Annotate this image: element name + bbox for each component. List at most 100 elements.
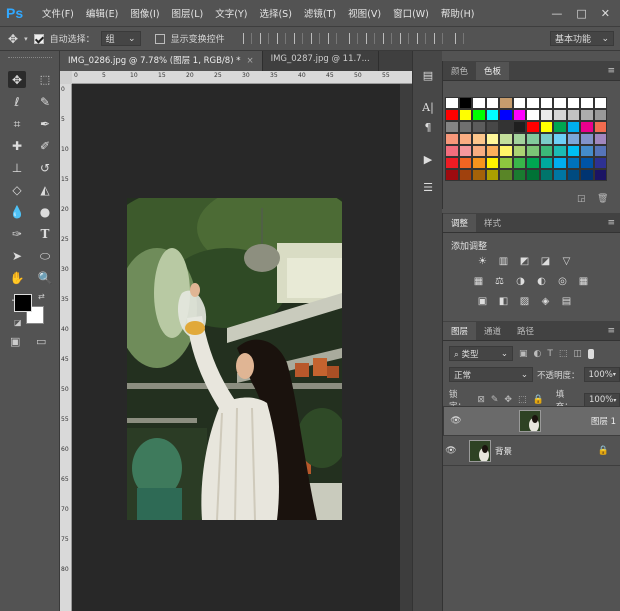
color-swatch[interactable] — [512, 97, 526, 109]
maximize-button[interactable]: □ — [576, 7, 586, 20]
color-balance-icon[interactable]: ⚖ — [494, 276, 505, 287]
new-swatch-icon[interactable]: ◲ — [577, 194, 586, 204]
filter-toggle[interactable] — [587, 348, 594, 359]
tab-img-0286[interactable]: IMG_0286.jpg @ 7.78% (图层 1, RGB/8) * × — [60, 51, 263, 71]
menu-select[interactable]: 选择(S) — [253, 6, 297, 20]
chevron-down-icon[interactable]: ▾ — [24, 35, 28, 43]
tab-color[interactable]: 颜色 — [443, 62, 476, 80]
color-swatch[interactable] — [526, 145, 540, 157]
panel-menu-icon[interactable]: ≡ — [602, 218, 620, 232]
color-swatch[interactable] — [526, 157, 540, 169]
vertical-scrollbar[interactable] — [400, 84, 412, 611]
hand-tool-icon[interactable]: ✋ — [8, 269, 26, 286]
paint-bucket-icon[interactable]: ◭ — [36, 181, 54, 198]
color-swatch[interactable] — [593, 133, 607, 145]
color-swatch[interactable] — [553, 145, 567, 157]
zoom-tool-icon[interactable]: 🔍 — [36, 269, 54, 286]
channel-mixer-icon[interactable]: ◎ — [557, 276, 568, 287]
color-swatch[interactable] — [553, 121, 567, 133]
color-swatch[interactable] — [526, 97, 540, 109]
color-swatch[interactable] — [485, 133, 499, 145]
exposure-icon[interactable]: ◪ — [540, 256, 551, 267]
color-swatch[interactable] — [526, 121, 540, 133]
properties-panel-icon[interactable]: ☰ — [420, 181, 436, 195]
color-swatch[interactable] — [458, 145, 472, 157]
color-swatch[interactable] — [566, 109, 580, 121]
foreground-color[interactable] — [14, 294, 32, 312]
tab-channels[interactable]: 通道 — [476, 322, 509, 340]
layer-row-background[interactable]: 👁 背景 🔒 — [443, 436, 620, 466]
align-right-icon[interactable] — [327, 33, 337, 44]
color-lookup-icon[interactable]: ▦ — [578, 276, 589, 287]
quick-mask-icon[interactable]: ▣ — [10, 335, 20, 348]
menu-window[interactable]: 窗口(W) — [387, 6, 435, 20]
clone-stamp-icon[interactable]: ⊥ — [8, 159, 26, 176]
ruler-origin[interactable] — [60, 71, 72, 84]
ruler-left[interactable]: 0 5 10 15 20 25 30 35 40 45 50 55 60 65 70 75 80 — [60, 84, 72, 611]
menu-layer[interactable]: 图层(L) — [166, 6, 210, 20]
character-panel-icon[interactable]: A| — [420, 101, 436, 115]
tab-layers[interactable]: 图层 — [443, 322, 477, 340]
blend-mode-dropdown[interactable]: 正常 ⌄ — [449, 367, 533, 382]
lasso-tool-icon[interactable]: ℓ — [8, 93, 26, 110]
color-swatch[interactable] — [445, 133, 459, 145]
quick-select-tool-icon[interactable]: ✎ — [36, 93, 54, 110]
color-swatch[interactable] — [539, 157, 553, 169]
type-tool-icon[interactable]: T — [36, 225, 54, 242]
curves-icon[interactable]: ◩ — [519, 256, 530, 267]
gradient-map-icon[interactable]: ▤ — [561, 296, 572, 307]
color-swatch[interactable] — [566, 157, 580, 169]
color-swatch[interactable] — [526, 133, 540, 145]
eyedropper-tool-icon[interactable]: ✒ — [36, 115, 54, 132]
layer-name[interactable]: 背景 — [495, 445, 512, 457]
menu-view[interactable]: 视图(V) — [342, 6, 387, 20]
color-swatch[interactable] — [580, 145, 594, 157]
menu-edit[interactable]: 编辑(E) — [80, 6, 124, 20]
color-swatch[interactable] — [472, 145, 486, 157]
minimize-button[interactable]: — — [551, 7, 562, 20]
tab-styles[interactable]: 样式 — [476, 214, 509, 232]
paragraph-panel-icon[interactable]: ¶ — [420, 121, 436, 135]
menu-help[interactable]: 帮助(H) — [435, 6, 481, 20]
crop-tool-icon[interactable]: ⌗ — [8, 115, 26, 132]
color-swatch[interactable] — [526, 169, 540, 181]
distribute-bottom-icon[interactable] — [382, 33, 392, 44]
color-swatch[interactable] — [499, 157, 513, 169]
toolbar-grip[interactable] — [8, 57, 52, 60]
hue-saturation-icon[interactable]: ▦ — [473, 276, 484, 287]
color-swatch[interactable] — [472, 97, 486, 109]
color-swatch[interactable] — [485, 97, 499, 109]
color-swatch[interactable] — [485, 145, 499, 157]
tab-adjustments[interactable]: 调整 — [443, 214, 477, 232]
photo-filter-icon[interactable]: ◐ — [536, 276, 547, 287]
color-swatch[interactable] — [512, 169, 526, 181]
filter-shape-icon[interactable]: ⬚ — [559, 349, 568, 359]
delete-swatch-icon[interactable]: 🗑 — [597, 194, 608, 204]
color-swatch[interactable] — [499, 109, 513, 121]
filter-smart-icon[interactable]: ◫ — [573, 349, 582, 359]
close-button[interactable]: ✕ — [601, 7, 610, 20]
dodge-tool-icon[interactable]: ● — [36, 203, 54, 220]
color-swatch[interactable] — [485, 157, 499, 169]
panel-menu-icon[interactable]: ≡ — [602, 326, 620, 340]
color-swatch[interactable] — [593, 97, 607, 109]
pen-tool-icon[interactable]: ✑ — [8, 225, 26, 242]
align-left-icon[interactable] — [293, 33, 303, 44]
layer-filter-dropdown[interactable]: ⌕ 类型 ⌄ — [449, 346, 513, 361]
color-swatch[interactable] — [553, 97, 567, 109]
color-swatch[interactable] — [445, 121, 459, 133]
visibility-eye-icon[interactable]: 👁 — [448, 416, 464, 426]
filter-pixel-icon[interactable]: ▣ — [519, 349, 528, 359]
color-swatch[interactable] — [512, 121, 526, 133]
brightness-contrast-icon[interactable]: ☀ — [477, 256, 488, 267]
color-swatch[interactable] — [580, 121, 594, 133]
color-swatch[interactable] — [458, 133, 472, 145]
align-top-icon[interactable] — [242, 33, 252, 44]
levels-icon[interactable]: ▥ — [498, 256, 509, 267]
color-swatch[interactable] — [566, 169, 580, 181]
workspace-switcher[interactable]: 基本功能 ⌄ — [550, 31, 614, 46]
color-swatch[interactable] — [445, 97, 459, 109]
color-swatch[interactable] — [512, 145, 526, 157]
filter-adjustment-icon[interactable]: ◐ — [534, 349, 542, 359]
blur-tool-icon[interactable]: 💧 — [8, 203, 26, 220]
